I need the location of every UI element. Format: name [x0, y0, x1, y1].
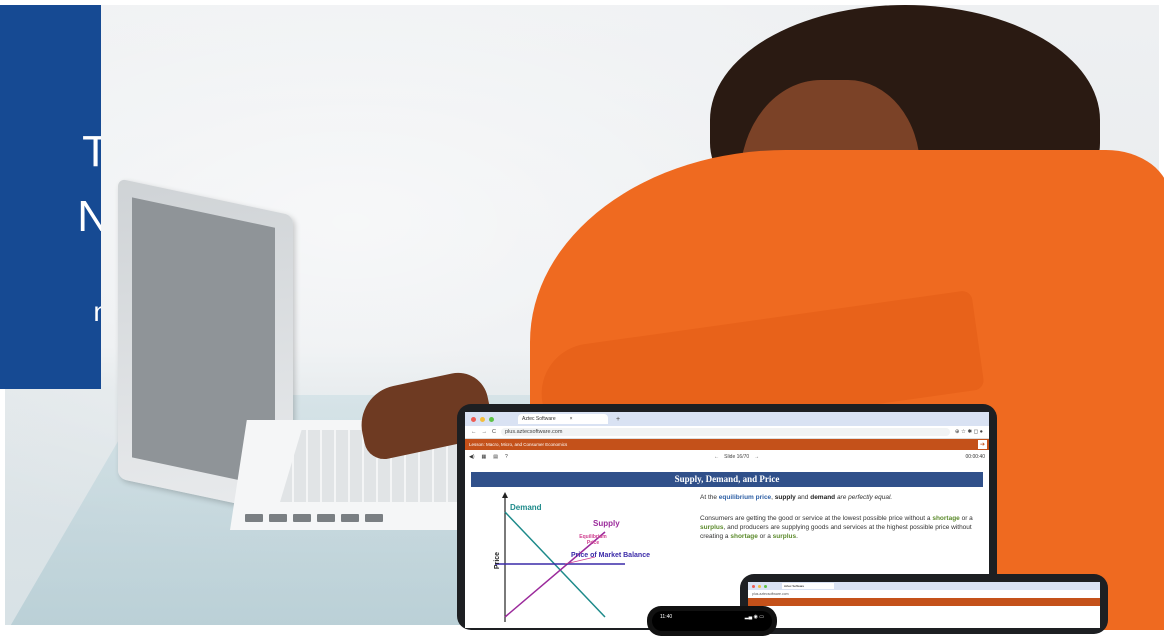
- p2-text: .: [796, 532, 798, 540]
- extensions-icon[interactable]: ⊕ ☆ ✱ ◻ ●: [955, 429, 983, 435]
- p1-text: and: [795, 494, 811, 501]
- equilibrium-label: Equilibrium Price: [579, 534, 607, 546]
- p2-text: Consumers are getting the good or servic…: [700, 515, 933, 522]
- port: [245, 514, 263, 522]
- p1-text: At the: [700, 494, 719, 501]
- slide-title: Supply, Demand, and Price: [471, 472, 983, 487]
- port: [269, 514, 287, 522]
- phone-time: 11:40: [660, 614, 673, 620]
- url-text[interactable]: plus.aztecsoftware.com: [752, 592, 789, 596]
- port: [365, 514, 383, 522]
- player-toolbar: ◀) ▦ ▤ ? ← Slide 16/70 → 00:00:40: [465, 450, 989, 464]
- exit-icon[interactable]: ➔: [978, 440, 987, 449]
- p2-term-surplus: surplus: [700, 523, 724, 531]
- window-maximize-dot[interactable]: [764, 584, 767, 588]
- tool-icons: ◀) ▦ ▤ ?: [469, 454, 508, 460]
- url-field[interactable]: plus.aztecsoftware.com: [500, 428, 950, 436]
- back-button[interactable]: ←: [471, 429, 477, 435]
- window-maximize-dot[interactable]: [489, 416, 494, 422]
- p2-text: or a: [757, 532, 773, 540]
- reload-button[interactable]: C: [492, 429, 496, 435]
- browser-tabbar: Aztec Software × +: [465, 412, 989, 426]
- port: [317, 514, 335, 522]
- p1-term-equilibrium: equilibrium price: [718, 494, 772, 501]
- p2-term-shortage: shortage: [730, 532, 758, 540]
- browser-tab[interactable]: Aztec Software ×: [518, 414, 608, 424]
- prev-slide-button[interactable]: ←: [714, 454, 719, 460]
- calculator-icon[interactable]: ▦: [482, 454, 487, 460]
- window-close-dot[interactable]: [471, 416, 476, 422]
- notes-icon[interactable]: ▤: [493, 454, 498, 460]
- help-icon[interactable]: ?: [505, 454, 508, 460]
- p2-term-shortage: shortage: [932, 515, 960, 522]
- second-tablet-screen: Aztec Software plus.aztecsoftware.com: [748, 582, 1100, 628]
- forward-button[interactable]: →: [482, 429, 488, 435]
- address-bar: ← → C plus.aztecsoftware.com ⊕ ☆ ✱ ◻ ●: [465, 426, 989, 439]
- lesson-title: Lesson: Macro, Micro, and Consumer Econo…: [469, 442, 568, 447]
- lesson-bar: [748, 598, 1100, 606]
- demand-label: Demand: [510, 503, 542, 512]
- paragraph-2: Consumers are getting the good or servic…: [700, 515, 985, 541]
- port: [341, 514, 359, 522]
- window-minimize-dot[interactable]: [480, 416, 485, 422]
- lesson-timer: 00:00:40: [965, 454, 985, 460]
- browser-tabbar: Aztec Software: [748, 582, 1100, 590]
- next-slide-button[interactable]: →: [754, 454, 759, 460]
- p1-term-supply: supply: [774, 494, 796, 501]
- banner-letter: n: [93, 298, 101, 326]
- paragraph-1: At the equilibrium price, supply and dem…: [700, 494, 985, 503]
- window-minimize-dot[interactable]: [758, 584, 761, 588]
- p1-text: are perfectly equal.: [835, 494, 893, 501]
- window-close-dot[interactable]: [752, 584, 755, 588]
- blue-banner: T N n: [0, 5, 101, 389]
- tab-close-icon[interactable]: ×: [570, 416, 573, 422]
- supply-label: Supply: [593, 519, 620, 528]
- p2-term-surplus: surplus: [772, 532, 797, 540]
- lesson-bar: Lesson: Macro, Micro, and Consumer Econo…: [465, 439, 989, 450]
- phone-screen: 11:40 ▂▄ ◉ ▭: [652, 611, 772, 631]
- tab-title: Aztec Software: [784, 584, 805, 588]
- slide-counter: Slide 16/70: [724, 454, 750, 460]
- p2-text: or a: [959, 515, 973, 522]
- signal-icon: ▂▄ ◉ ▭: [744, 614, 764, 620]
- banner-letter: T: [82, 127, 101, 176]
- p1-term-demand: demand: [810, 494, 836, 501]
- address-bar: plus.aztecsoftware.com: [748, 590, 1100, 598]
- new-tab-button[interactable]: +: [616, 416, 620, 423]
- banner-letter: N: [77, 192, 101, 241]
- url-text: plus.aztecsoftware.com: [504, 429, 563, 435]
- browser-tab[interactable]: Aztec Software: [782, 583, 834, 589]
- slide-navigation: ← Slide 16/70 →: [714, 454, 759, 460]
- laptop-ports: [245, 511, 455, 525]
- port: [293, 514, 311, 522]
- audio-icon[interactable]: ◀): [469, 454, 475, 460]
- market-balance-label: Price of Market Balance: [571, 552, 650, 559]
- y-axis-label: Price: [494, 551, 502, 570]
- y-axis-arrow: [502, 492, 508, 498]
- tab-title: Aztec Software: [522, 416, 556, 422]
